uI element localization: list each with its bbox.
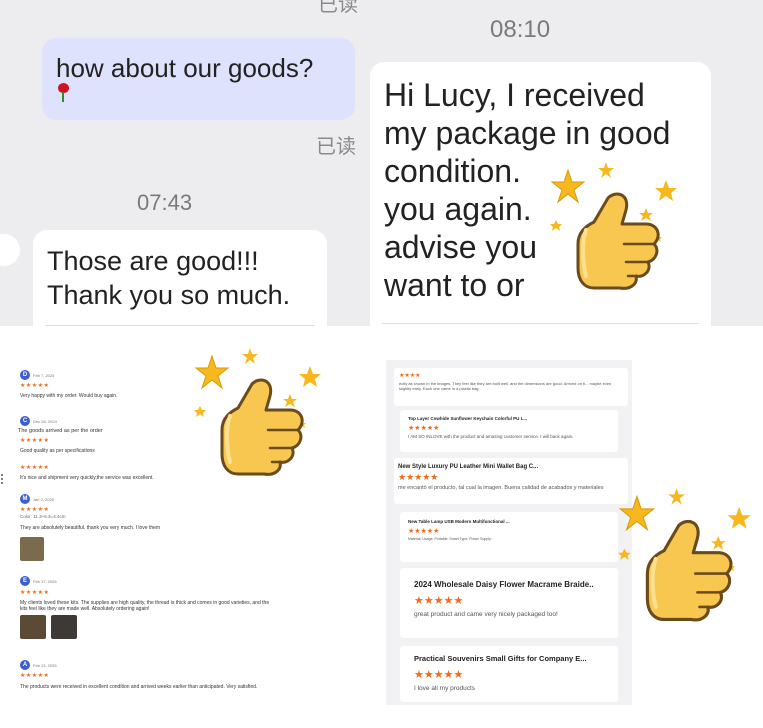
review-text: The products were received in excellent … [20, 684, 258, 690]
reviewer-avatar: A [20, 660, 30, 670]
review-text: I AM SO INLOVE with the product and amaz… [408, 434, 574, 439]
chat-screenshot-left: 已读 how about our goods? 已读 07:43 Those a… [0, 0, 370, 326]
rating-stars: ★★★★★ [414, 595, 464, 607]
rating-stars: ★★★★★ [20, 590, 50, 596]
bubble-divider [382, 323, 699, 324]
review-text: Material: Usage: Portable: Smart Type: P… [408, 537, 492, 541]
message-time: 07:43 [137, 190, 193, 215]
review-card[interactable]: New Style Luxury PU Leather Mini Wallet … [394, 458, 628, 504]
rating-stars: ★★★★★ [398, 472, 439, 482]
review-date: Jan 2, 2025 [33, 496, 54, 502]
review-item: M Jan 2, 2025 ★★★★★ Color: 11.3+6.3=4.4cm… [20, 494, 320, 563]
reviewer-avatar: C [20, 416, 30, 426]
product-title: New Table Lamp USB Modern Multifunctiona… [408, 519, 510, 524]
incoming-message-bubble[interactable]: Those are good!!! Thank you so much. [33, 230, 327, 326]
bubble-divider [45, 325, 315, 326]
review-variant: Color: 11.3+6.3=4.4cm [20, 514, 66, 519]
review-card[interactable]: Top Layer Cowhide Sunflower Keychain Col… [400, 410, 618, 452]
rating-stars: ★★★★★ [414, 669, 464, 681]
reviewer-avatar: D [20, 370, 30, 380]
review-text: They are absolutely beautiful. thank you… [20, 525, 161, 531]
review-date: Dec 26, 2024 [33, 418, 57, 424]
review-card[interactable]: 2024 Wholesale Daisy Flower Macrame Brai… [400, 568, 618, 638]
review-text: great product and came very nicely packa… [414, 611, 558, 618]
review-item: A Feb 13, 2025 ★★★★★ The products were re… [20, 660, 320, 690]
message-line-2: my package in good [384, 115, 671, 151]
rating-stars: ★★★★★ [408, 425, 440, 432]
review-item: E Feb 17, 2025 ★★★★★ My clients loved the… [20, 576, 272, 641]
product-title: Practical Souvenirs Small Gifts for Comp… [414, 654, 587, 663]
review-text: ectly as shown in the images. They feel … [399, 381, 612, 391]
thumbs-up-sticker-icon [190, 346, 330, 486]
review-text: My clients loved these kits. The supplie… [20, 600, 270, 612]
more-options-icon[interactable] [0, 472, 4, 494]
contact-avatar[interactable] [0, 234, 20, 266]
rating-stars: ★★★★ [399, 373, 421, 379]
product-title: New Style Luxury PU Leather Mini Wallet … [398, 464, 539, 470]
review-photo[interactable] [20, 537, 44, 561]
rating-stars: ★★★★★ [20, 507, 50, 513]
review-photo[interactable] [51, 615, 78, 639]
review-card[interactable]: ★★★★ ectly as shown in the images. They … [394, 368, 628, 406]
read-status: 已读 [316, 136, 356, 158]
rating-stars: ★★★★★ [408, 528, 440, 535]
reviewer-avatar: E [20, 576, 30, 586]
reviews-screenshot-left: D Feb 7, 2025 ★★★★★ Very happy with my or… [0, 338, 380, 728]
incoming-message-line-2: Thank you so much. [47, 280, 291, 310]
reviews-screenshot-right: ★★★★ ectly as shown in the images. They … [386, 360, 632, 705]
outgoing-message-bubble[interactable]: how about our goods? [42, 38, 355, 120]
review-photo[interactable] [20, 615, 46, 639]
chat-screenshot-right: 08:10 Hi Lucy, I received my package in … [370, 0, 763, 326]
review-date: Feb 7, 2025 [33, 372, 55, 378]
read-status-top: 已读 [318, 0, 358, 16]
rating-stars: ★★★★★ [20, 673, 50, 679]
reviewer-avatar: M [20, 494, 30, 504]
review-date: Feb 13, 2025 [33, 662, 57, 668]
rose-emoji-icon [56, 83, 70, 103]
thumbs-up-sticker-icon [614, 486, 760, 632]
message-line-1: Hi Lucy, I received [384, 77, 645, 113]
thumbs-up-sticker-icon [546, 160, 686, 300]
product-title: Top Layer Cowhide Sunflower Keychain Col… [408, 416, 528, 421]
review-date: Feb 17, 2025 [33, 578, 57, 584]
message-time: 08:10 [490, 16, 551, 43]
review-card[interactable]: Practical Souvenirs Small Gifts for Comp… [400, 646, 618, 702]
outgoing-message-text: how about our goods? [56, 53, 314, 83]
review-text: I love all my products [414, 685, 476, 692]
incoming-message-line-1: Those are good!!! [47, 246, 259, 276]
product-title: 2024 Wholesale Daisy Flower Macrame Brai… [414, 580, 594, 589]
review-card[interactable]: New Table Lamp USB Modern Multifunctiona… [400, 512, 618, 562]
review-text: me encantó el producto, tal cual la imag… [398, 485, 604, 491]
